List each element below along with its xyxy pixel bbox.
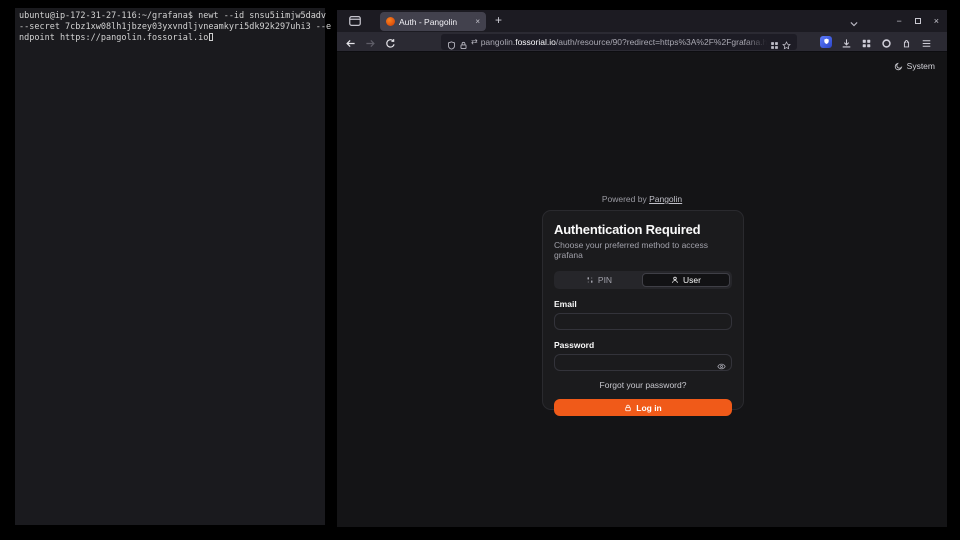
password-wrapper — [554, 350, 732, 371]
terminal-output: ubuntu@ip-172-31-27-116:~/grafana$ newt … — [15, 8, 325, 47]
navigation-toolbar: ⇄ pangolin.fossorial.io/auth/resource/90… — [337, 32, 947, 52]
tab-user[interactable]: User — [642, 273, 730, 287]
theme-label: System — [907, 61, 935, 71]
pin-keypad-icon — [586, 276, 594, 284]
theme-toggle-button[interactable]: System — [894, 61, 935, 71]
email-label: Email — [554, 299, 732, 309]
auth-card: Authentication Required Choose your pref… — [542, 210, 744, 410]
forgot-password-link[interactable]: Forgot your password? — [554, 380, 732, 390]
login-button[interactable]: Log in — [554, 399, 732, 416]
tab-close-icon[interactable]: × — [475, 18, 480, 26]
login-button-label: Log in — [636, 403, 662, 413]
terminal-line-text: ndpoint https://pangolin.fossorial.io — [19, 33, 208, 43]
password-field[interactable] — [554, 354, 732, 371]
download-icon[interactable] — [841, 36, 852, 47]
swap-arrows-icon[interactable]: ⇄ — [471, 38, 478, 46]
adblock-icon[interactable] — [881, 36, 892, 47]
maximize-icon — [915, 18, 921, 24]
powered-by: Powered by Pangolin — [337, 194, 947, 204]
password-label: Password — [554, 340, 732, 350]
show-password-eye-icon[interactable] — [717, 358, 726, 367]
menu-icon[interactable] — [921, 36, 932, 47]
extensions-puzzle-icon[interactable] — [901, 36, 912, 47]
desktop-background: ubuntu@ip-172-31-27-116:~/grafana$ newt … — [0, 0, 960, 540]
extension-toolbar — [811, 36, 932, 48]
url-path: /auth/resource/90?redirect=https%3A%2F%2… — [556, 37, 767, 47]
forward-icon[interactable] — [365, 36, 376, 47]
pangolin-link[interactable]: Pangolin — [649, 194, 682, 204]
terminal-line: ubuntu@ip-172-31-27-116:~/grafana$ newt … — [19, 11, 321, 22]
window-maximize-button[interactable] — [915, 17, 921, 26]
browser-window: Auth - Pangolin × + − × — [337, 10, 947, 527]
login-lock-icon — [624, 404, 632, 412]
url-text: pangolin.fossorial.io/auth/resource/90?r… — [481, 37, 767, 47]
terminal-cursor — [209, 33, 213, 41]
back-icon[interactable] — [345, 36, 356, 47]
card-title: Authentication Required — [554, 222, 732, 237]
tab-list-chevron-icon[interactable] — [849, 16, 859, 26]
powered-by-text: Powered by — [602, 194, 647, 204]
user-icon — [671, 276, 679, 284]
bookmark-star-icon[interactable] — [782, 37, 791, 46]
pangolin-favicon-icon — [386, 17, 395, 26]
auth-method-tabs: PIN User — [554, 271, 732, 289]
window-minimize-button[interactable]: − — [896, 17, 901, 26]
account-containers-icon[interactable] — [861, 36, 872, 47]
url-bar[interactable]: ⇄ pangolin.fossorial.io/auth/resource/90… — [441, 34, 797, 50]
terminal-line: ndpoint https://pangolin.fossorial.io — [19, 33, 321, 44]
lock-icon[interactable] — [459, 37, 468, 46]
firefox-view-icon[interactable] — [348, 14, 362, 28]
url-domain: fossorial.io — [515, 37, 556, 47]
browser-tab[interactable]: Auth - Pangolin × — [380, 12, 486, 31]
vpn-extension-icon[interactable] — [820, 36, 832, 48]
auth-page: System Powered by Pangolin Authenticatio… — [337, 52, 947, 527]
tracking-shield-icon[interactable] — [447, 37, 456, 46]
moon-icon — [894, 62, 903, 71]
new-tab-button[interactable]: + — [495, 13, 502, 27]
email-field[interactable] — [554, 313, 732, 330]
tab-title: Auth - Pangolin — [399, 17, 471, 27]
window-controls: − × — [849, 10, 939, 32]
tab-user-label: User — [683, 275, 701, 285]
containers-grid-icon[interactable] — [770, 37, 779, 46]
tab-pin-label: PIN — [598, 275, 612, 285]
card-subtitle: Choose your preferred method to access g… — [554, 240, 732, 260]
terminal-window[interactable]: ubuntu@ip-172-31-27-116:~/grafana$ newt … — [15, 8, 325, 525]
tab-bar: Auth - Pangolin × + − × — [337, 10, 947, 32]
reload-icon[interactable] — [385, 36, 396, 47]
terminal-line: --secret 7cbz1xw08lh1jbzey03yxvndljvneam… — [19, 22, 321, 33]
tab-pin[interactable]: PIN — [556, 273, 642, 287]
window-close-button[interactable]: × — [934, 17, 939, 26]
url-subdomain: pangolin. — [481, 37, 516, 47]
